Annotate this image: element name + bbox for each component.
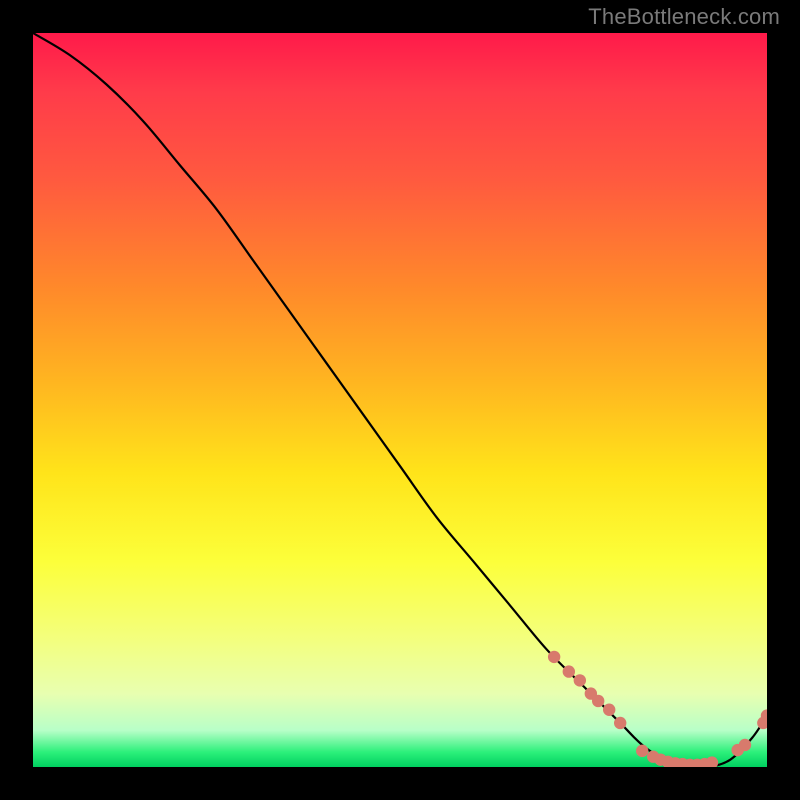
watermark-label: TheBottleneck.com xyxy=(588,4,780,30)
marker-dot xyxy=(563,665,575,677)
marker-dot xyxy=(739,739,751,751)
plot-area xyxy=(33,33,767,767)
marker-dots xyxy=(548,651,767,767)
marker-dot xyxy=(706,756,718,767)
chart-frame: TheBottleneck.com xyxy=(0,0,800,800)
marker-dot xyxy=(548,651,560,663)
marker-dot xyxy=(603,704,615,716)
marker-dot xyxy=(636,745,648,757)
marker-dot xyxy=(614,717,626,729)
marker-dot xyxy=(574,674,586,686)
curve-svg xyxy=(33,33,767,767)
bottleneck-curve xyxy=(33,33,767,767)
marker-dot xyxy=(592,695,604,707)
